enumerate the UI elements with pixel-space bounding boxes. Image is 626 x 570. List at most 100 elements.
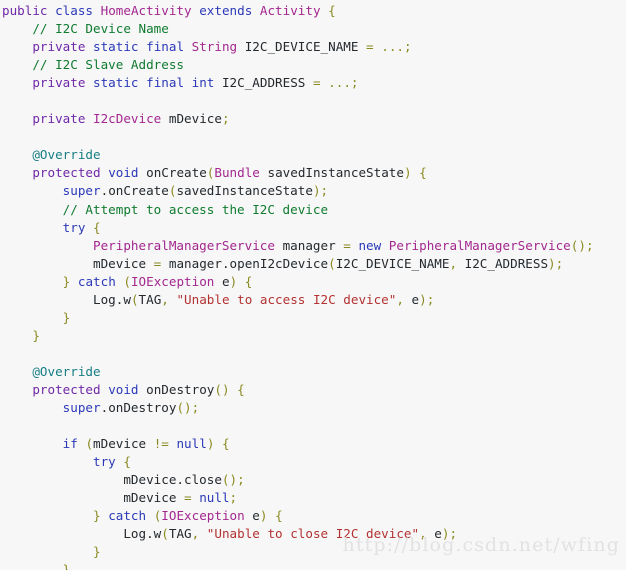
- code-token-pun: (: [130, 291, 139, 307]
- code-token-kw: catch: [77, 273, 116, 289]
- code-token-kw: extends: [199, 3, 253, 18]
- code-token-pun: ): [419, 291, 427, 307]
- code-token-pun: ;: [237, 472, 245, 488]
- code-line: private static final int I2C_ADDRESS = .…: [0, 74, 626, 92]
- code-token-id: [85, 39, 93, 54]
- code-token-cmt: // I2C Slave Address: [32, 57, 184, 73]
- code-token-id: [139, 39, 147, 54]
- code-token-id: onDestroy: [146, 381, 215, 397]
- code-token-id: mDevice: [168, 111, 222, 127]
- code-line: private static final String I2C_DEVICE_N…: [0, 38, 626, 56]
- code-token-pun: (: [221, 472, 230, 488]
- code-token-id: [146, 436, 154, 451]
- code-token-id: manager: [168, 255, 222, 271]
- code-token-pun: (: [161, 526, 169, 542]
- code-token-id: onCreate: [108, 183, 169, 199]
- code-token-pun: ): [221, 381, 230, 397]
- code-token-id: mDevice: [123, 490, 177, 506]
- code-token-id: [176, 490, 184, 505]
- code-token-mod: public: [2, 3, 48, 18]
- code-token-kw: null: [199, 490, 230, 506]
- code-token-pun: !=: [153, 436, 169, 452]
- code-token-id: [139, 75, 147, 90]
- code-token-id: [139, 382, 147, 397]
- code-token-id: e: [411, 291, 420, 307]
- code-token-id: [85, 111, 93, 126]
- code-token-kw: static: [93, 75, 139, 91]
- code-token-kw: new: [358, 237, 382, 253]
- code-line: }: [0, 543, 626, 561]
- code-block[interactable]: public class HomeActivity extends Activi…: [0, 0, 626, 570]
- code-token-typ: HomeActivity: [100, 3, 192, 18]
- code-token-kw: void: [108, 165, 139, 181]
- code-token-pun: (: [328, 255, 336, 271]
- code-token-pun: {: [222, 436, 230, 452]
- code-token-pun: ...: [328, 75, 351, 91]
- code-line: // I2C Slave Address: [0, 56, 626, 74]
- code-token-id: [161, 256, 169, 271]
- code-line: super.onCreate(savedInstanceState);: [0, 182, 626, 200]
- code-token-id: [85, 220, 93, 235]
- code-line: super.onDestroy();: [0, 399, 626, 417]
- code-token-mod: private: [32, 111, 86, 127]
- code-token-kw: final: [146, 75, 185, 91]
- code-token-kw: try: [93, 454, 116, 470]
- code-token-mod: private: [32, 75, 86, 91]
- code-token-pun: ;: [585, 237, 594, 253]
- code-token-id: .: [176, 472, 184, 488]
- code-token-pun: ,: [161, 291, 169, 307]
- code-token-kw: null: [176, 436, 207, 452]
- code-token-id: [275, 238, 283, 253]
- code-token-kw: int: [191, 75, 215, 91]
- code-token-pun: {: [244, 273, 253, 289]
- code-token-pun: ;: [221, 111, 230, 127]
- code-token-id: Log: [93, 291, 116, 307]
- code-token-pun: ...: [381, 39, 404, 55]
- code-token-ann: @Override: [32, 363, 101, 379]
- code-token-kw: void: [108, 381, 139, 397]
- code-token-pun: {: [93, 219, 101, 235]
- code-token-str: "Unable to close I2C device": [206, 526, 420, 542]
- code-line: mDevice = null;: [0, 489, 626, 507]
- code-token-pun: (: [123, 273, 131, 289]
- code-token-pun: ): [229, 472, 238, 488]
- code-token-id: .: [221, 255, 230, 271]
- code-token-id: [267, 508, 275, 523]
- code-token-id: close: [184, 472, 222, 488]
- code-token-id: [237, 39, 245, 54]
- code-line: } catch (IOException e) {: [0, 507, 626, 525]
- code-token-id: e: [434, 526, 442, 542]
- code-token-id: [252, 3, 260, 18]
- code-line: } catch (IOException e) {: [0, 273, 626, 291]
- code-token-mod: protected: [32, 381, 101, 397]
- code-token-pun: }: [62, 309, 71, 325]
- code-token-pun: =: [366, 39, 374, 55]
- code-token-pun: }: [32, 327, 40, 343]
- code-token-id: [404, 292, 412, 307]
- code-token-pun: ): [312, 183, 321, 199]
- code-token-id: I2C_ADDRESS: [221, 75, 306, 91]
- code-token-id: .: [146, 526, 154, 542]
- code-token-pun: ): [548, 255, 556, 271]
- code-token-id: [237, 274, 245, 289]
- code-token-id: e: [252, 508, 260, 524]
- code-token-pun: =: [184, 490, 192, 506]
- code-token-pun: ): [578, 237, 586, 253]
- code-token-pun: ;: [191, 400, 200, 416]
- code-token-typ: IOException: [161, 508, 245, 524]
